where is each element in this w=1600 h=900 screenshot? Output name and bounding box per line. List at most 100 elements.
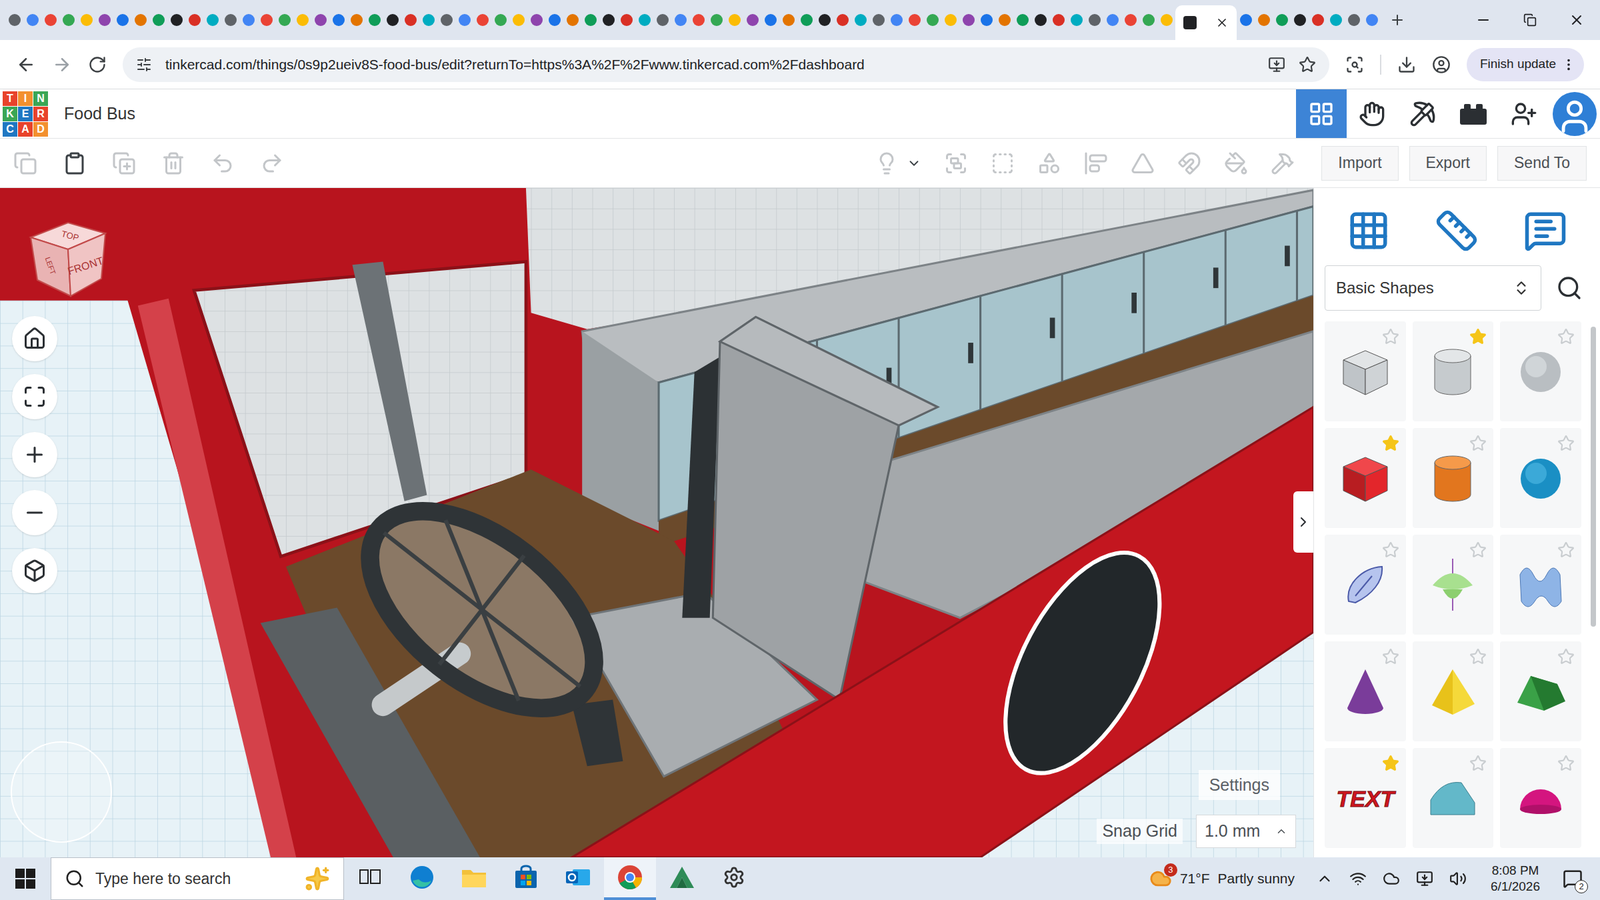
browser-tab[interactable]	[1139, 0, 1158, 40]
shape-tile[interactable]	[1412, 534, 1494, 635]
toolbar-button[interactable]: Import	[1321, 146, 1398, 181]
browser-tab[interactable]	[1362, 0, 1381, 40]
browser-tab[interactable]	[1254, 0, 1273, 40]
browser-tab[interactable]	[527, 0, 546, 40]
browser-tab[interactable]	[1067, 0, 1086, 40]
group-icon[interactable]	[944, 151, 968, 176]
bookmark-icon[interactable]	[1298, 56, 1316, 74]
settings-button[interactable]: Settings	[1198, 770, 1280, 801]
browser-tab[interactable]	[293, 0, 312, 40]
browser-tab[interactable]	[257, 0, 276, 40]
home-view-button[interactable]	[12, 316, 58, 362]
install-icon[interactable]	[1268, 56, 1286, 74]
browser-tab[interactable]	[563, 0, 582, 40]
forward-icon[interactable]	[52, 54, 72, 75]
browser-tab[interactable]	[671, 0, 690, 40]
invite-button[interactable]	[1498, 89, 1550, 138]
browser-tab[interactable]	[1272, 0, 1291, 40]
browser-tab[interactable]	[437, 0, 456, 40]
finish-update-button[interactable]: Finish update	[1466, 48, 1584, 82]
browser-tab[interactable]	[221, 0, 240, 40]
taskbar-app[interactable]	[708, 857, 760, 900]
browser-tab[interactable]	[1031, 0, 1050, 40]
copy-icon[interactable]	[13, 151, 38, 176]
view-cube[interactable]: TOPLEFTFRONT	[24, 213, 112, 302]
shape-search-button[interactable]	[1549, 265, 1590, 311]
shape-tile[interactable]	[1412, 641, 1494, 742]
shape-tile[interactable]: TEXT	[1324, 748, 1406, 848]
favorite-star-icon[interactable]	[1557, 434, 1575, 452]
clock[interactable]: 8:08 PM6/1/2026	[1480, 857, 1551, 900]
browser-tab[interactable]	[887, 0, 906, 40]
view-switch-button[interactable]	[1448, 89, 1499, 138]
browser-tab[interactable]	[41, 0, 60, 40]
shape-tile[interactable]	[1412, 428, 1494, 528]
browser-tab[interactable]	[617, 0, 636, 40]
back-icon[interactable]	[16, 54, 36, 75]
browser-tab[interactable]	[743, 0, 762, 40]
favorite-star-icon[interactable]	[1382, 541, 1400, 559]
browser-tab[interactable]	[815, 0, 834, 40]
weather-widget[interactable]: 371°FPartly sunny	[1141, 857, 1303, 900]
workplane-icon[interactable]	[1346, 208, 1391, 253]
align-icon[interactable]	[1084, 151, 1108, 176]
tray-overflow-icon[interactable]	[1316, 870, 1334, 888]
browser-tab[interactable]	[5, 0, 24, 40]
volume-icon[interactable]	[1449, 870, 1467, 888]
viewport[interactable]: TOPLEFTFRONTSettingsSnap Grid1.0 mm	[0, 188, 1314, 858]
favorite-star-icon[interactable]	[1557, 754, 1575, 772]
browser-tab[interactable]	[1344, 0, 1363, 40]
browser-tab[interactable]	[203, 0, 222, 40]
browser-tab[interactable]	[383, 0, 402, 40]
browser-tab[interactable]	[95, 0, 114, 40]
reload-icon[interactable]	[88, 55, 107, 74]
browser-tab[interactable]	[1157, 0, 1176, 40]
panel-scrollbar[interactable]	[1590, 326, 1596, 627]
taskbar-app[interactable]	[604, 857, 656, 900]
shape-tile[interactable]	[1412, 321, 1494, 422]
favorite-star-icon[interactable]	[1557, 648, 1575, 666]
taskbar-app[interactable]	[344, 857, 396, 900]
ortho-view-button[interactable]	[12, 548, 58, 594]
browser-tab[interactable]	[1326, 0, 1345, 40]
collapse-panel-tab[interactable]	[1293, 491, 1314, 553]
avatar-button[interactable]	[1549, 89, 1600, 138]
undo-icon[interactable]	[210, 151, 235, 176]
shapes-icon[interactable]	[1037, 151, 1062, 176]
browser-tab[interactable]	[131, 0, 150, 40]
light-dropdown-icon[interactable]	[906, 156, 922, 171]
browser-tab[interactable]	[329, 0, 348, 40]
lens-icon[interactable]	[1345, 55, 1364, 74]
shape-tile[interactable]	[1500, 534, 1582, 635]
browser-tab[interactable]	[365, 0, 384, 40]
site-info-icon[interactable]	[136, 56, 152, 73]
start-button[interactable]	[0, 857, 51, 900]
view-switch-button[interactable]	[1346, 89, 1398, 138]
display-icon[interactable]	[1416, 870, 1434, 888]
browser-tab[interactable]	[635, 0, 654, 40]
favorite-star-icon[interactable]	[1469, 754, 1487, 772]
design-title[interactable]: Food Bus	[64, 101, 136, 127]
workplane-canvas[interactable]	[0, 188, 1314, 858]
browser-tab[interactable]	[779, 0, 798, 40]
browser-tab[interactable]	[905, 0, 924, 40]
browser-tab[interactable]	[1236, 0, 1255, 40]
taskbar-app[interactable]	[396, 857, 448, 900]
browser-tab[interactable]	[275, 0, 294, 40]
paint-icon[interactable]	[1224, 151, 1248, 176]
browser-tab[interactable]	[185, 0, 204, 40]
light-icon[interactable]	[874, 151, 899, 176]
browser-tab[interactable]	[167, 0, 186, 40]
browser-tab[interactable]	[923, 0, 942, 40]
close-tab-icon[interactable]	[1215, 16, 1229, 30]
profile-icon[interactable]	[1432, 55, 1451, 74]
browser-tab[interactable]	[707, 0, 726, 40]
cruise-icon[interactable]	[1270, 151, 1295, 176]
view-switch-button[interactable]	[1397, 89, 1448, 138]
browser-tab[interactable]	[761, 0, 780, 40]
browser-tab[interactable]	[599, 0, 618, 40]
browser-tab[interactable]	[149, 0, 168, 40]
browser-tab[interactable]	[77, 0, 96, 40]
taskbar-app[interactable]	[448, 857, 500, 900]
new-tab-button[interactable]	[1380, 0, 1414, 40]
